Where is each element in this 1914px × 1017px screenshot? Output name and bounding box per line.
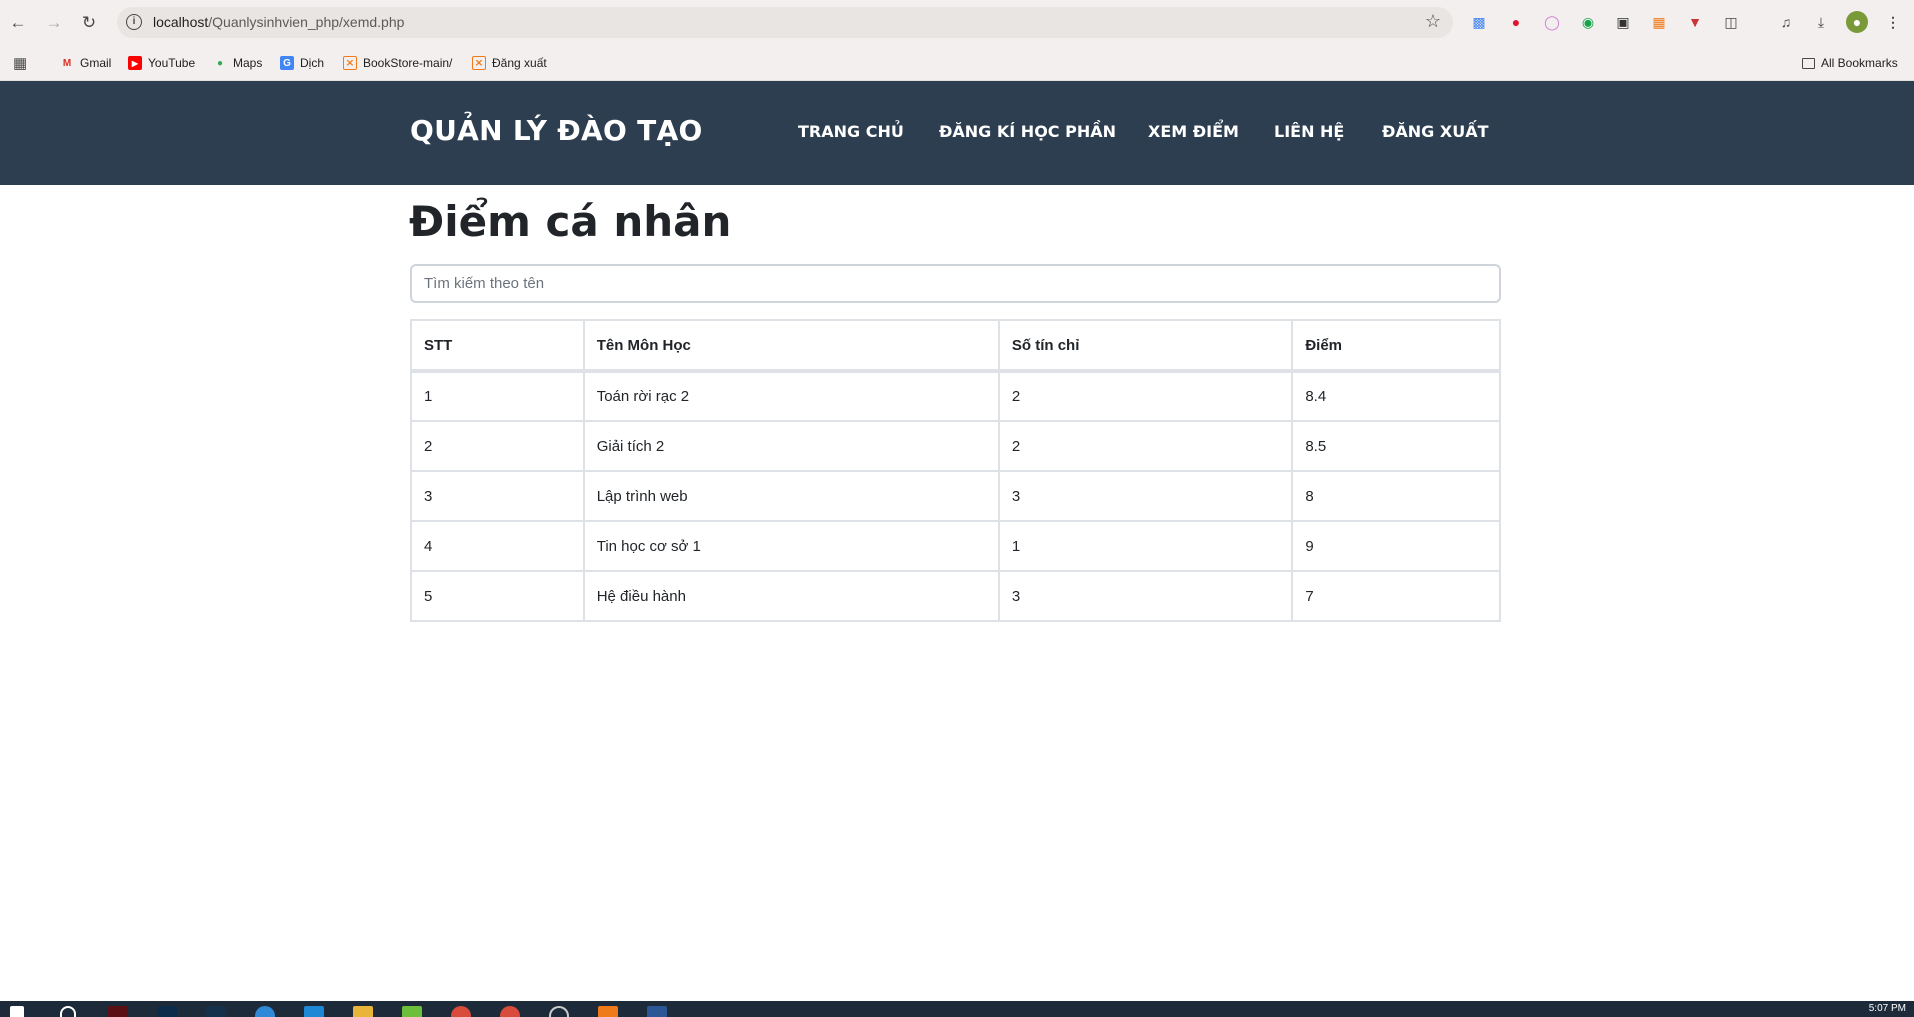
bookmark-youtube[interactable]: ▶ YouTube: [128, 54, 195, 72]
cell-so-tin-chi: 1: [997, 520, 1294, 572]
bookmark-star-icon[interactable]: ☆: [1425, 11, 1441, 32]
clock-app-icon[interactable]: [549, 1006, 569, 1017]
cell-ten-mon-hoc: Lập trình web: [582, 470, 1000, 522]
nav-dang-ki-hoc-phan[interactable]: ĐĂNG KÍ HỌC PHẦN: [939, 122, 1116, 141]
media-control-icon[interactable]: ♫: [1775, 11, 1797, 33]
extensions-puzzle-icon[interactable]: ◫: [1720, 11, 1742, 33]
gmail-icon: M: [62, 57, 72, 69]
bookmark-dangxuat[interactable]: ⨯ Đăng xuất: [472, 54, 547, 72]
word-icon[interactable]: [647, 1006, 667, 1017]
color-picker-extension-icon[interactable]: ◯: [1541, 11, 1563, 33]
cell-diem: 8.5: [1291, 420, 1501, 472]
xampp-taskbar-icon[interactable]: [598, 1006, 618, 1017]
photoshop-icon[interactable]: [157, 1006, 177, 1017]
search-input[interactable]: [410, 264, 1501, 303]
nav-xem-diem[interactable]: XEM ĐIỂM: [1148, 122, 1239, 141]
messenger-icon[interactable]: [255, 1006, 275, 1017]
cell-ten-mon-hoc: Toán rời rạc 2: [582, 370, 1000, 422]
bookmark-bookstore[interactable]: ⨯ BookStore-main/: [343, 54, 452, 72]
cell-ten-mon-hoc: Tin học cơ sở 1: [582, 520, 1000, 572]
youtube-icon: ▶: [128, 56, 142, 70]
forward-icon[interactable]: →: [42, 11, 66, 35]
cell-diem: 9: [1291, 520, 1501, 572]
cell-diem: 8.4: [1291, 370, 1501, 422]
cell-so-tin-chi: 3: [997, 470, 1294, 522]
taskbar-clock[interactable]: 5:07 PM: [1869, 1003, 1906, 1014]
reload-icon[interactable]: ↻: [77, 11, 101, 35]
chrome-icon[interactable]: [451, 1006, 471, 1017]
header-so-tin-chi: Số tín chỉ: [997, 319, 1294, 373]
site-header: QUẢN LÝ ĐÀO TẠO TRANG CHỦ ĐĂNG KÍ HỌC PH…: [0, 81, 1914, 185]
search-icon[interactable]: [60, 1006, 76, 1017]
file-explorer-icon[interactable]: [353, 1006, 373, 1017]
address-bar[interactable]: i localhost/Quanlysinhvien_php/xemd.php …: [117, 7, 1453, 38]
nav-dang-xuat[interactable]: ĐĂNG XUẤT: [1382, 122, 1489, 141]
cell-diem: 7: [1291, 570, 1501, 622]
brand-title[interactable]: QUẢN LÝ ĐÀO TẠO: [410, 114, 703, 147]
cell-ten-mon-hoc: Giải tích 2: [582, 420, 1000, 472]
illustrator-icon[interactable]: [108, 1006, 128, 1017]
profile-avatar[interactable]: ●: [1846, 11, 1868, 33]
taskbar: 5:07 PM: [0, 1001, 1914, 1017]
table-row: 3 Lập trình web 3 8: [410, 470, 1501, 522]
xampp-icon: ⨯: [343, 56, 357, 70]
clipper-extension-icon[interactable]: ▼: [1684, 11, 1706, 33]
header-ten-mon-hoc: Tên Môn Học: [582, 319, 1000, 373]
cell-stt: 5: [410, 570, 585, 622]
translate-icon: G: [280, 56, 294, 70]
kebab-menu-icon[interactable]: ⋮: [1882, 11, 1904, 33]
page-title: Điểm cá nhân: [409, 197, 732, 246]
cell-ten-mon-hoc: Hệ điều hành: [582, 570, 1000, 622]
table-row: 4 Tin học cơ sở 1 1 9: [410, 520, 1501, 572]
apps-grid-icon[interactable]: ▦: [13, 54, 27, 72]
bookmark-gmail[interactable]: M Gmail: [60, 54, 112, 72]
green-app-icon[interactable]: [402, 1006, 422, 1017]
grammarly-extension-icon[interactable]: ◉: [1577, 11, 1599, 33]
orange-extension-icon[interactable]: ▦: [1648, 11, 1670, 33]
chrome-active-icon[interactable]: [500, 1006, 520, 1017]
site-info-icon[interactable]: i: [126, 14, 142, 30]
image-extension-icon[interactable]: ▣: [1612, 11, 1634, 33]
cell-stt: 1: [410, 370, 585, 422]
cell-so-tin-chi: 3: [997, 570, 1294, 622]
cell-stt: 4: [410, 520, 585, 572]
nav-trang-chu[interactable]: TRANG CHỦ: [798, 122, 904, 141]
bookmark-maps[interactable]: ● Maps: [213, 54, 262, 72]
vscode-icon[interactable]: [304, 1006, 324, 1017]
all-bookmarks[interactable]: All Bookmarks: [1802, 54, 1898, 72]
windows-start-icon[interactable]: [10, 1006, 24, 1017]
cell-so-tin-chi: 2: [997, 370, 1294, 422]
bookmarks-bar: ▦ M Gmail ▶ YouTube ● Maps G Dịch ⨯ BookStore…: [0, 45, 1914, 81]
download-icon[interactable]: ⤓: [1810, 11, 1832, 33]
bookmark-translate[interactable]: G Dịch: [280, 54, 324, 72]
maps-icon: ●: [216, 57, 224, 69]
table-header-row: STT Tên Môn Học Số tín chỉ Điểm: [410, 319, 1501, 373]
browser-toolbar: ← → ↻ i localhost/Quanlysinhvien_php/xem…: [0, 0, 1914, 45]
folder-icon: [1802, 57, 1815, 69]
header-diem: Điểm: [1291, 319, 1501, 373]
header-stt: STT: [410, 319, 585, 373]
grades-table: STT Tên Môn Học Số tín chỉ Điểm 1 Toán r…: [410, 319, 1501, 622]
table-row: 5 Hệ điều hành 3 7: [410, 570, 1501, 622]
cell-stt: 2: [410, 420, 585, 472]
back-icon[interactable]: ←: [6, 11, 30, 35]
nav-lien-he[interactable]: LIÊN HỆ: [1274, 122, 1344, 141]
cell-so-tin-chi: 2: [997, 420, 1294, 472]
lightroom-icon[interactable]: [206, 1006, 226, 1017]
opera-extension-icon[interactable]: ●: [1505, 11, 1527, 33]
cell-diem: 8: [1291, 470, 1501, 522]
url-text[interactable]: localhost/Quanlysinhvien_php/xemd.php: [153, 14, 404, 30]
cell-stt: 3: [410, 470, 585, 522]
table-row: 2 Giải tích 2 2 8.5: [410, 420, 1501, 472]
xampp-icon: ⨯: [472, 56, 486, 70]
table-row: 1 Toán rời rạc 2 2 8.4: [410, 370, 1501, 422]
translate-extension-icon[interactable]: ▩: [1468, 11, 1490, 33]
